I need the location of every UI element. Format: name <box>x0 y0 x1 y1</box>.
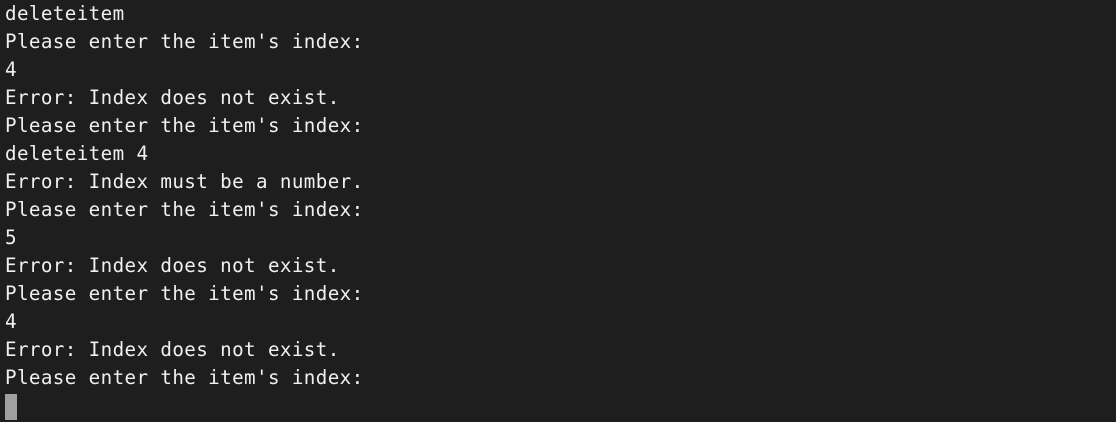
terminal-line-prompt: Please enter the item's index: <box>5 114 364 137</box>
terminal-line-input: 5 <box>5 226 17 249</box>
terminal-line-error: Error: Index must be a number. <box>5 170 364 193</box>
terminal-line-input: deleteitem 4 <box>5 142 149 165</box>
terminal-window[interactable]: deleteitem Please enter the item's index… <box>0 0 1116 422</box>
text-cursor <box>5 394 17 420</box>
terminal-line-command: deleteitem <box>5 2 125 25</box>
terminal-line-prompt: Please enter the item's index: <box>5 30 364 53</box>
terminal-line-error: Error: Index does not exist. <box>5 338 340 361</box>
terminal-line-input: 4 <box>5 58 17 81</box>
terminal-line-prompt: Please enter the item's index: <box>5 282 364 305</box>
terminal-line-error: Error: Index does not exist. <box>5 254 340 277</box>
terminal-line-prompt: Please enter the item's index: <box>5 198 364 221</box>
terminal-line-prompt: Please enter the item's index: <box>5 366 364 389</box>
terminal-line-input: 4 <box>5 310 17 333</box>
terminal-input-line[interactable] <box>5 392 1116 420</box>
terminal-line-error: Error: Index does not exist. <box>5 86 340 109</box>
